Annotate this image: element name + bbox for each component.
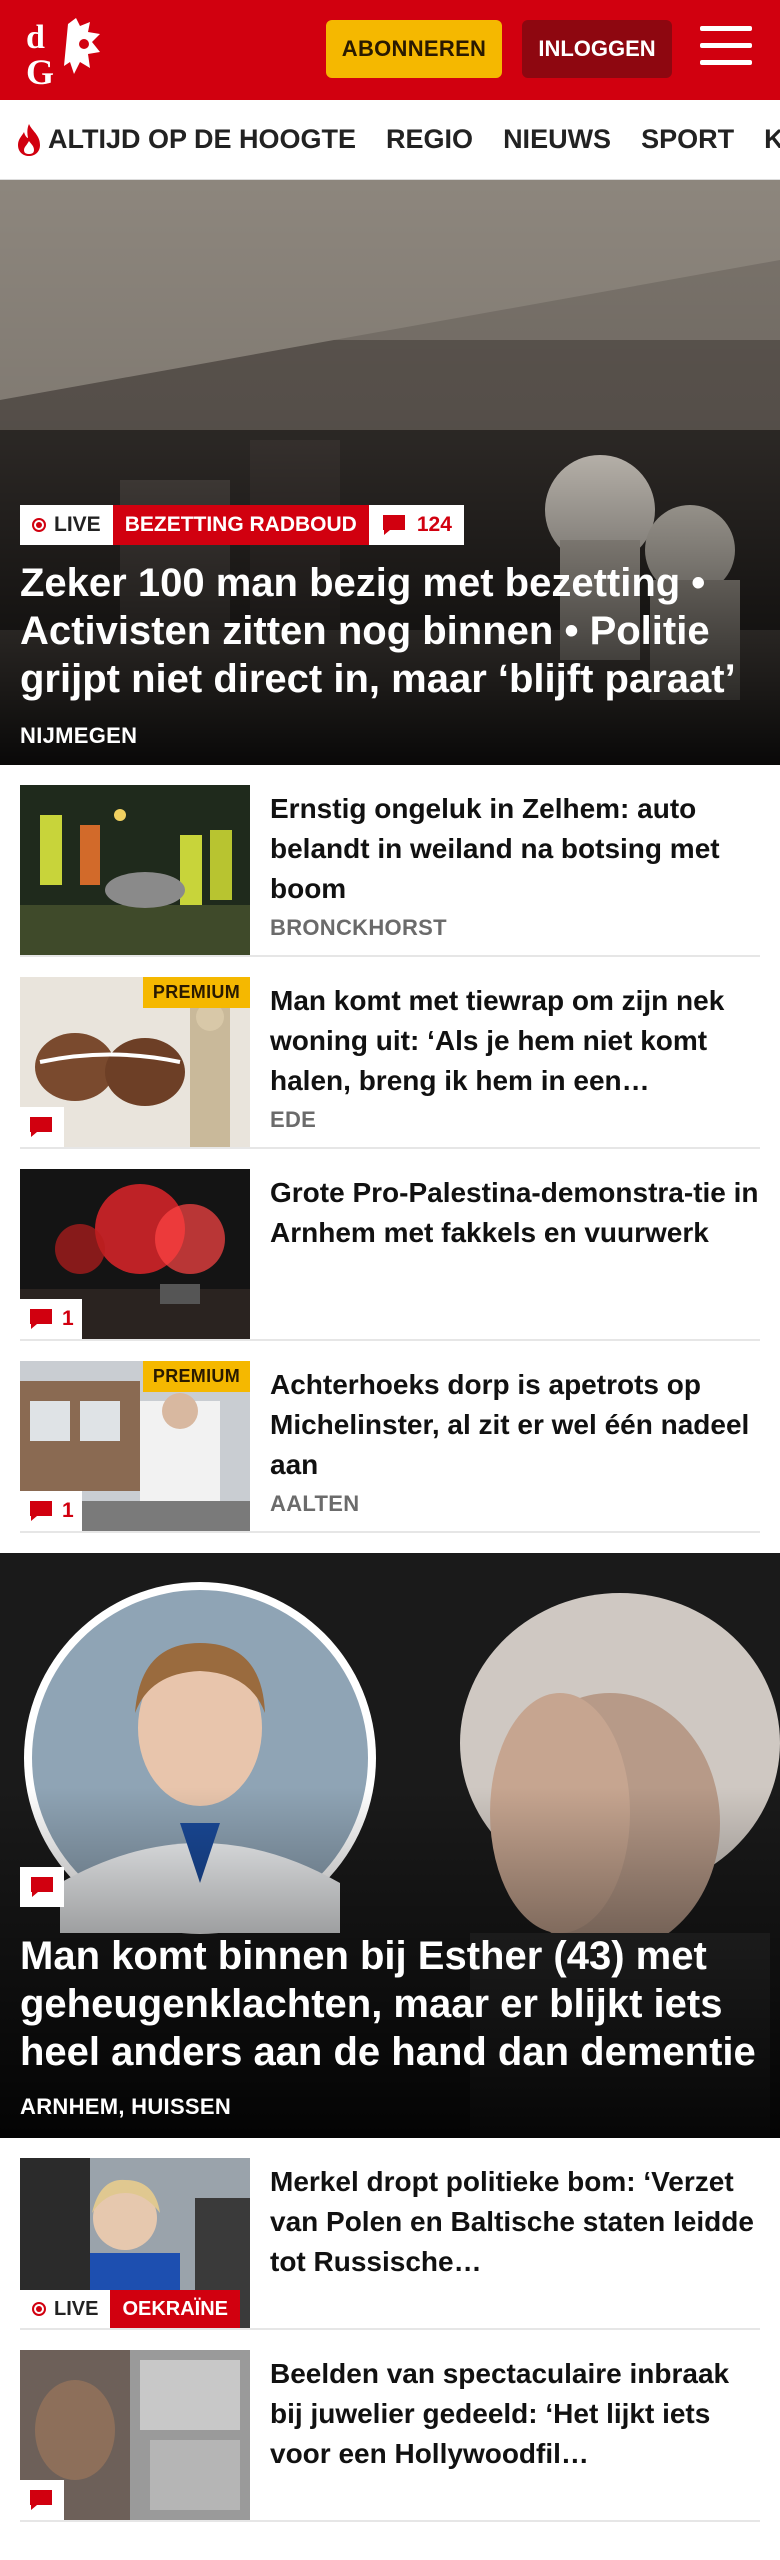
- flame-icon: [18, 123, 40, 156]
- menu-icon[interactable]: [700, 26, 752, 74]
- comments-badge[interactable]: 124: [368, 505, 464, 545]
- article-list: Ernstig ongeluk in Zelhem: auto belandt …: [0, 765, 780, 1533]
- article-thumbnail: PREMIUM: [20, 977, 250, 1147]
- section-nav: ALTIJD OP DE HOOGTE REGIO NIEUWS SPORT K…: [0, 100, 780, 180]
- list-item[interactable]: Beelden van spectaculaire inbraak bij ju…: [20, 2330, 760, 2522]
- hero-title[interactable]: Zeker 100 man bezig met bezetting • Acti…: [20, 559, 760, 703]
- article-location: BRONCKHORST: [270, 915, 447, 940]
- nav-item-label: ALTIJD OP DE HOOGTE: [48, 124, 357, 154]
- site-header: d G ABONNEREN INLOGGEN: [0, 0, 780, 100]
- live-dot-icon: [32, 2302, 46, 2316]
- topic-badge[interactable]: OEKRAÏNE: [110, 2290, 241, 2328]
- live-dot-icon: [32, 518, 46, 532]
- article-title[interactable]: Man komt met tiewrap om zijn nek woning …: [270, 981, 760, 1101]
- article-thumbnail: 1: [20, 1169, 250, 1339]
- article-text: Ernstig ongeluk in Zelhem: auto belandt …: [270, 785, 760, 955]
- nav-item-regio[interactable]: REGIO: [386, 124, 473, 155]
- feature-article[interactable]: Man komt binnen bij Esther (43) met gehe…: [0, 1553, 780, 2138]
- svg-text:G: G: [26, 52, 54, 86]
- nav-item-altijd-op-de-hoogte[interactable]: ALTIJD OP DE HOOGTE: [16, 123, 356, 157]
- svg-text:d: d: [26, 19, 45, 56]
- comments-badge[interactable]: 1: [20, 1299, 82, 1339]
- comments-badge[interactable]: [20, 2480, 64, 2520]
- dg-logo[interactable]: d G: [24, 14, 116, 86]
- feature-location: ARNHEM, HUISSEN: [20, 2094, 232, 2119]
- comments-badge[interactable]: 1: [20, 1491, 82, 1531]
- article-text: Man komt met tiewrap om zijn nek woning …: [270, 977, 760, 1147]
- article-location: EDE: [270, 1107, 317, 1132]
- comment-icon: [31, 1877, 53, 1897]
- article-text: Grote Pro-Palestina-demonstra-tie in Arn…: [270, 1169, 760, 1339]
- hero-article[interactable]: LIVE BEZETTING RADBOUD 124 Zeker 100 man…: [0, 180, 780, 765]
- live-label: LIVE: [54, 513, 101, 536]
- comment-icon: [30, 1501, 52, 1521]
- topic-badge[interactable]: BEZETTING RADBOUD: [112, 505, 369, 545]
- comment-count: 1: [62, 1499, 74, 1522]
- article-thumbnail: [20, 785, 250, 955]
- nav-item-kijk[interactable]: KIJK: [764, 124, 780, 155]
- comments-badge[interactable]: [20, 1107, 64, 1147]
- article-title[interactable]: Grote Pro-Palestina-demonstra-tie in Arn…: [270, 1173, 760, 1253]
- comment-icon: [30, 1117, 52, 1137]
- feature-content: Man komt binnen bij Esther (43) met gehe…: [20, 1932, 764, 2120]
- nav-item-nieuws[interactable]: NIEUWS: [503, 124, 611, 155]
- list-item[interactable]: LIVE OEKRAÏNE Merkel dropt politieke bom…: [20, 2138, 760, 2330]
- comment-icon: [382, 515, 405, 535]
- live-label: LIVE: [54, 2297, 99, 2320]
- feature-title[interactable]: Man komt binnen bij Esther (43) met gehe…: [20, 1932, 764, 2076]
- premium-badge: PREMIUM: [142, 977, 250, 1008]
- article-text: Beelden van spectaculaire inbraak bij ju…: [270, 2350, 760, 2520]
- article-text: Achterhoeks dorp is apetrots op Michelin…: [270, 1361, 760, 1531]
- comment-count: 124: [416, 513, 452, 536]
- subscribe-button[interactable]: ABONNEREN: [326, 20, 502, 78]
- article-title[interactable]: Beelden van spectaculaire inbraak bij ju…: [270, 2354, 760, 2474]
- comment-icon: [30, 1309, 52, 1329]
- article-title[interactable]: Ernstig ongeluk in Zelhem: auto belandt …: [270, 789, 760, 909]
- comments-badge[interactable]: [20, 1867, 64, 1907]
- article-thumbnail: PREMIUM 1: [20, 1361, 250, 1531]
- article-list-2: LIVE OEKRAÏNE Merkel dropt politieke bom…: [0, 2138, 780, 2522]
- comment-icon: [30, 2490, 52, 2510]
- live-badge: LIVE: [20, 2290, 111, 2328]
- list-item[interactable]: PREMIUM 1 Achterhoeks dorp is apetrots o…: [20, 1341, 760, 1533]
- list-item[interactable]: Ernstig ongeluk in Zelhem: auto belandt …: [20, 765, 760, 957]
- list-item[interactable]: PREMIUM Man komt met tiewrap om zijn nek…: [20, 957, 760, 1149]
- nav-item-sport[interactable]: SPORT: [641, 124, 734, 155]
- article-title[interactable]: Merkel dropt politieke bom: ‘Verzet van …: [270, 2162, 760, 2282]
- hero-labels: LIVE BEZETTING RADBOUD 124: [20, 505, 760, 545]
- premium-badge: PREMIUM: [142, 1361, 250, 1392]
- article-title[interactable]: Achterhoeks dorp is apetrots op Michelin…: [270, 1365, 760, 1485]
- live-labels: LIVE OEKRAÏNE: [20, 2290, 241, 2328]
- article-text: Merkel dropt politieke bom: ‘Verzet van …: [270, 2158, 760, 2328]
- list-item[interactable]: 1 Grote Pro-Palestina-demonstra-tie in A…: [20, 1149, 760, 1341]
- article-thumbnail: LIVE OEKRAÏNE: [20, 2158, 250, 2328]
- article-thumbnail: [20, 2350, 250, 2520]
- comment-count: 1: [62, 1307, 74, 1330]
- hero-content: LIVE BEZETTING RADBOUD 124 Zeker 100 man…: [20, 505, 760, 749]
- hero-location: NIJMEGEN: [20, 723, 138, 748]
- article-location: AALTEN: [270, 1491, 360, 1516]
- login-button[interactable]: INLOGGEN: [522, 20, 672, 78]
- live-badge: LIVE: [20, 505, 113, 545]
